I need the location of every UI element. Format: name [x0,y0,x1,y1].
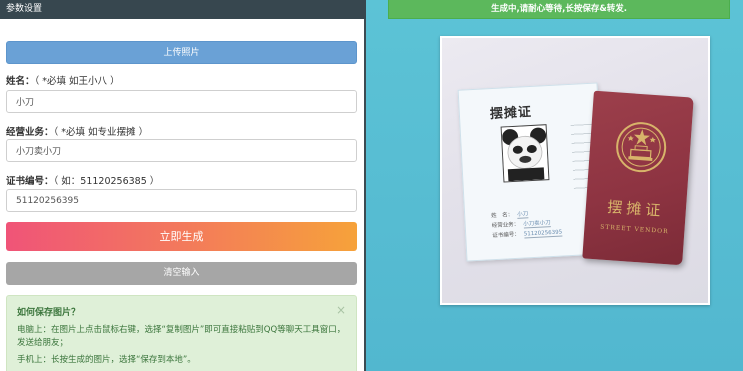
save-tip-alert: × 如何保存图片？ 电脑上：在图片上点击鼠标右键，选择“复制图片”即可直接粘贴到… [6,295,357,371]
card-business-label: 经营业务： [491,221,520,230]
status-banner: 生成中,请耐心等待,长按保存&转发. [388,0,730,19]
name-label: 姓名：（ *必填 如王小八 ） [6,73,120,87]
card-title: 摆摊证 [489,104,533,123]
certificate-booklet: 摆摊证 STREET VENDOR [582,90,694,266]
name-hint: （ *必填 如王小八 ） [34,76,120,87]
upload-photo-button[interactable]: 上传照片 [6,41,357,64]
card-number-value: 51120256395 [523,229,563,239]
card-name-label: 姓 名： [491,212,514,220]
certificate-number-input[interactable] [6,189,357,212]
clear-input-button[interactable]: 清空输入 [6,262,357,285]
panda-face-photo [500,124,550,183]
page: 参数设置 上传照片 姓名：（ *必填 如王小八 ） 经营业务：（ *必填 如专业… [0,0,743,371]
business-label-text: 经营业务： [6,127,54,138]
card-name-row: 姓 名： 小刀 [491,209,529,220]
tip-mobile: 手机上：长按生成的图片，选择“保存到本地”。 [17,355,196,365]
close-icon[interactable]: × [336,303,346,317]
card-name-value: 小刀 [517,211,529,219]
name-label-text: 姓名： [6,76,35,87]
generated-image[interactable]: 摆摊证 姓 名： 小刀 经营业务： 小刀卖小刀 证书编号： 5112025639… [440,36,710,305]
generate-button[interactable]: 立即生成 [6,222,357,251]
card-number-row: 证书编号： 51120256395 [492,228,563,240]
certificate-number-label-text: 证书编号： [6,176,54,187]
settings-header: 参数设置 [0,0,366,19]
name-input[interactable] [6,90,357,113]
booklet-title: 摆摊证 [606,197,665,220]
business-input[interactable] [6,139,357,162]
tip-desktop: 电脑上：在图片上点击鼠标右键，选择“复制图片”即可直接粘贴到QQ等聊天工具窗口，… [17,325,346,348]
card-business-value: 小刀卖小刀 [523,220,551,229]
certificate-photo: 摆摊证 姓 名： 小刀 经营业务： 小刀卖小刀 证书编号： 5112025639… [442,38,708,303]
certificate-number-hint: （ 如：51120256385 ） [53,176,160,187]
tip-title: 如何保存图片？ [17,308,81,318]
business-hint: （ *必填 如专业摆摊 ） [53,127,149,138]
panda-face-icon [501,125,549,182]
card-number-label: 证书编号： [492,231,520,240]
business-label: 经营业务：（ *必填 如专业摆摊 ） [6,124,148,138]
settings-panel: 参数设置 上传照片 姓名：（ *必填 如王小八 ） 经营业务：（ *必填 如专业… [0,0,366,371]
national-emblem-icon [616,122,667,173]
certificate-number-label: 证书编号：（ 如：51120256385 ） [6,173,159,187]
booklet-subtitle: STREET VENDOR [599,223,669,236]
card-business-row: 经营业务： 小刀卖小刀 [492,218,551,229]
result-panel: 生成中,请耐心等待,长按保存&转发. 摆摊证 姓 名： 小刀 经营业务： 小刀卖… [366,0,743,371]
